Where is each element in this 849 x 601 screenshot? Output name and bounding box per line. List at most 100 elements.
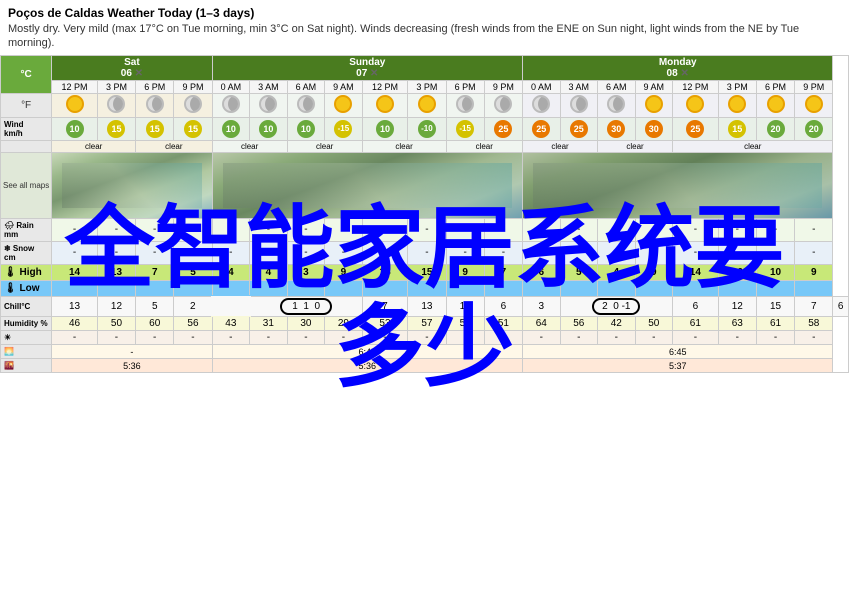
wind-sun-1: 10 — [212, 117, 250, 140]
chill-sun-5: 7 — [362, 296, 408, 316]
chill-row: Chill°C 13 12 5 2 1 1 0 7 13 14 6 3 2 0 … — [1, 296, 849, 316]
icon-sun-8 — [484, 93, 522, 117]
humidity-row: Humidity % 46 50 60 56 43 31 30 29 53 57… — [1, 316, 849, 331]
cond-mon-1: clear — [523, 140, 598, 152]
icon-sun-7 — [446, 93, 484, 117]
wind-mon-7: 20 — [756, 117, 794, 140]
chill-sat-1: 13 — [52, 296, 98, 316]
sunrise-row: 🌅 - 6:45 6:45 — [1, 345, 849, 359]
wind-mon-3: 30 — [598, 117, 636, 140]
chill-sun-circled: 1 1 0 — [250, 296, 363, 316]
humid-mon-6: 63 — [718, 316, 756, 331]
sunrise-sat: - — [52, 345, 212, 359]
uv-label: ☀ — [1, 331, 52, 345]
see-all-maps[interactable]: See all maps — [1, 152, 52, 218]
icon-mon-3 — [598, 93, 636, 117]
icon-sun-3 — [287, 93, 325, 117]
icon-sat-1 — [52, 93, 98, 117]
icon-sun-1 — [212, 93, 250, 117]
wind-row: Windkm/h 10 15 15 15 10 10 10 -15 10 -10… — [1, 117, 849, 140]
wind-sun-8: 25 — [484, 117, 522, 140]
icon-row: °F — [1, 93, 849, 117]
high-mon-8: 9 — [795, 264, 833, 280]
sunrise-mon: 6:45 — [523, 345, 833, 359]
weather-table: °C Sat 06 ✕ Sunday 07 ✕ Monday 08 ✕ 12 P… — [0, 55, 849, 374]
humid-sun-5: 53 — [362, 316, 408, 331]
humid-sat-1: 46 — [52, 316, 98, 331]
snow-row: ❄ Snowcm ---- ---- ---- ---- ---- — [1, 241, 849, 264]
humid-sun-4: 29 — [325, 316, 363, 331]
map-sat[interactable] — [52, 152, 212, 218]
rain-row: 🌧 Rainmm ---- ---- ---- ---- ---- — [1, 218, 849, 241]
page-description: Mostly dry. Very mild (max 17°C on Tue m… — [8, 22, 841, 51]
map-row: See all maps — [1, 152, 849, 218]
chill-mon-circled: 2 0 -1 — [560, 296, 673, 316]
time-sun-1: 0 AM — [212, 80, 250, 93]
fahrenheit-unit: °F — [1, 93, 52, 117]
icon-sun-2 — [250, 93, 288, 117]
humid-mon-8: 58 — [795, 316, 833, 331]
cond-sun-1: clear — [212, 140, 287, 152]
wind-sun-7: -15 — [446, 117, 484, 140]
time-sun-8: 9 PM — [484, 80, 522, 93]
humid-mon-2: 56 — [560, 316, 598, 331]
icon-mon-4 — [635, 93, 673, 117]
chill-sun-6: 13 — [408, 296, 446, 316]
humidity-label: Humidity % — [1, 316, 52, 331]
humid-mon-7: 61 — [756, 316, 794, 331]
chill-sat-2: 12 — [97, 296, 135, 316]
time-sat-2: 3 PM — [97, 80, 135, 93]
wind-sun-2: 10 — [250, 117, 288, 140]
chill-sat-4: 2 — [174, 296, 212, 316]
wind-sat-4: 15 — [174, 117, 212, 140]
time-mon-6: 3 PM — [718, 80, 756, 93]
high-sat-4: 5 — [174, 264, 212, 280]
condition-label — [1, 140, 52, 152]
time-sun-4: 9 AM — [325, 80, 363, 93]
humid-sun-6: 57 — [408, 316, 446, 331]
cond-sat-2: clear — [136, 140, 213, 152]
sat-expand-icon[interactable]: ✕ — [135, 68, 143, 79]
time-mon-3: 6 AM — [598, 80, 636, 93]
sunset-sat: 5:36 — [52, 359, 212, 373]
chill-mon-4: 6 — [673, 296, 719, 316]
time-sat-1: 12 PM — [52, 80, 98, 93]
high-mon-2: 5 — [560, 264, 598, 280]
wind-sun-3: 10 — [287, 117, 325, 140]
humid-mon-1: 64 — [523, 316, 561, 331]
mon-header: Monday 08 ✕ — [523, 55, 833, 80]
humid-sat-2: 50 — [97, 316, 135, 331]
icon-mon-7 — [756, 93, 794, 117]
chill-mon-5: 12 — [718, 296, 756, 316]
time-sat-4: 9 PM — [174, 80, 212, 93]
sat-header: Sat 06 ✕ — [52, 55, 212, 80]
time-mon-4: 9 AM — [635, 80, 673, 93]
humid-sun-1: 43 — [212, 316, 250, 331]
wind-sat-2: 15 — [97, 117, 135, 140]
humid-sun-7: 57 — [446, 316, 484, 331]
sunset-label: 🌇 — [1, 359, 52, 373]
mon-expand-icon[interactable]: ✕ — [680, 68, 688, 79]
humid-sun-8: 51 — [484, 316, 522, 331]
high-mon-6: 16 — [718, 264, 756, 280]
chill-sun-1 — [212, 296, 250, 316]
chill-sun-7: 14 — [446, 296, 484, 316]
map-sun[interactable] — [212, 152, 522, 218]
chill-sat-3: 5 — [136, 296, 174, 316]
wind-sat-3: 15 — [136, 117, 174, 140]
humid-mon-3: 42 — [598, 316, 636, 331]
high-sat-2: 13 — [97, 264, 135, 280]
map-mon[interactable] — [523, 152, 833, 218]
sunset-row: 🌇 5:36 5:36 5:37 — [1, 359, 849, 373]
humid-sat-3: 60 — [136, 316, 174, 331]
uv-row: ☀ ---- ---- ---- ---- ---- — [1, 331, 849, 345]
cond-sat-1: clear — [52, 140, 136, 152]
sun-expand-icon[interactable]: ✕ — [370, 68, 378, 79]
time-sat-3: 6 PM — [136, 80, 174, 93]
icon-mon-6 — [718, 93, 756, 117]
high-sun-6: 15 — [408, 264, 446, 280]
wind-mon-1: 25 — [523, 117, 561, 140]
wind-sun-6: -10 — [408, 117, 446, 140]
time-mon-7: 6 PM — [756, 80, 794, 93]
condition-row: clear clear clear clear clear clear clea… — [1, 140, 849, 152]
